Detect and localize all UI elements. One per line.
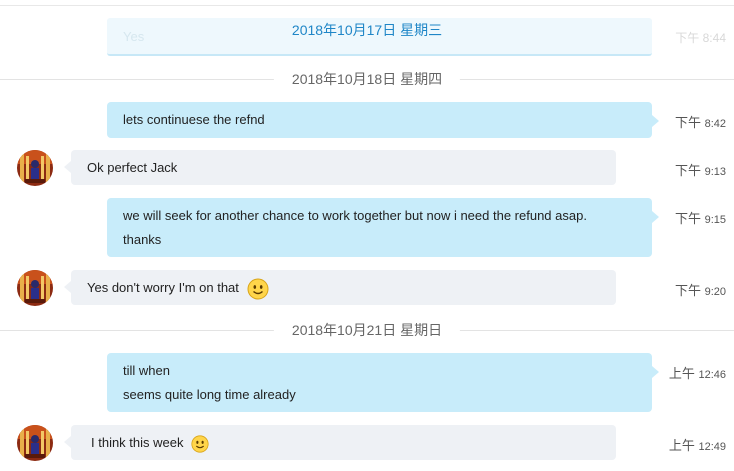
message-time-period: 上午 [668, 438, 695, 453]
date-separator-label: 2018年10月21日 星期日 [273, 319, 461, 341]
message-bubble-incoming[interactable]: Ok perfect Jack [64, 150, 616, 185]
sticky-date-label: 2018年10月17日 星期三 [291, 22, 443, 38]
avatar-image [17, 150, 53, 186]
message-time: 下午 9:20 [675, 280, 726, 299]
message-line-with-emoji: Yes don't worry I'm on that [87, 276, 600, 300]
message-line-with-emoji: I think this week [91, 431, 600, 455]
message-time: 下午 9:13 [675, 160, 726, 179]
message-time-value: 9:20 [704, 286, 726, 298]
message-text-line: till when [123, 363, 170, 378]
message-text: Ok perfect Jack [87, 160, 178, 175]
message-time-value: 9:13 [704, 166, 726, 178]
message-bubble-incoming[interactable]: I think this week [64, 425, 616, 460]
message-time-value: 12:46 [698, 369, 726, 381]
chat-history[interactable]: Yes 下午 8:44 2018年10月17日 星期三 2018年10月18日 … [0, 0, 734, 471]
message-time-period: 下午 [674, 211, 701, 226]
message-time-period: 下午 [674, 283, 701, 298]
message-text-line: seems quite long time already [123, 387, 296, 402]
message-bubble-outgoing[interactable]: we will seek for another chance to work … [107, 198, 659, 257]
message-text: lets continuese the refnd [123, 112, 265, 127]
message-bubble-outgoing[interactable]: till when seems quite long time already [107, 353, 659, 412]
message-text-line: we will seek for another chance to work … [123, 208, 587, 223]
message-text-line: thanks [123, 232, 162, 247]
message-time-value: 8:42 [704, 118, 726, 130]
avatar[interactable] [17, 270, 53, 306]
message-bubble-incoming[interactable]: Yes don't worry I'm on that [64, 270, 616, 305]
message-time-value: 12:49 [698, 441, 726, 453]
message-text: I think this week [91, 435, 184, 450]
message-time: 上午 12:46 [669, 363, 726, 382]
message-time-period: 上午 [668, 366, 695, 381]
avatar[interactable] [17, 425, 53, 461]
sticky-date-header: 2018年10月17日 星期三 [0, 19, 734, 41]
date-separator-label: 2018年10月18日 星期四 [273, 68, 461, 90]
message-time: 下午 9:15 [675, 208, 726, 227]
avatar-image [17, 270, 53, 306]
message-time: 下午 8:42 [675, 112, 726, 131]
message-time-value: 9:15 [704, 214, 726, 226]
message-bubble-outgoing[interactable]: lets continuese the refnd [107, 102, 659, 138]
top-divider [0, 5, 734, 6]
message-time-period: 下午 [674, 163, 701, 178]
message-text: Yes don't worry I'm on that [87, 280, 239, 295]
message-time-period: 下午 [674, 115, 701, 130]
message-time: 上午 12:49 [669, 435, 726, 454]
smiley-icon [247, 278, 269, 300]
smiley-icon [191, 434, 209, 453]
avatar-image [17, 425, 53, 461]
avatar[interactable] [17, 150, 53, 186]
date-separator: 2018年10月18日 星期四 [0, 68, 734, 90]
date-separator: 2018年10月21日 星期日 [0, 319, 734, 341]
